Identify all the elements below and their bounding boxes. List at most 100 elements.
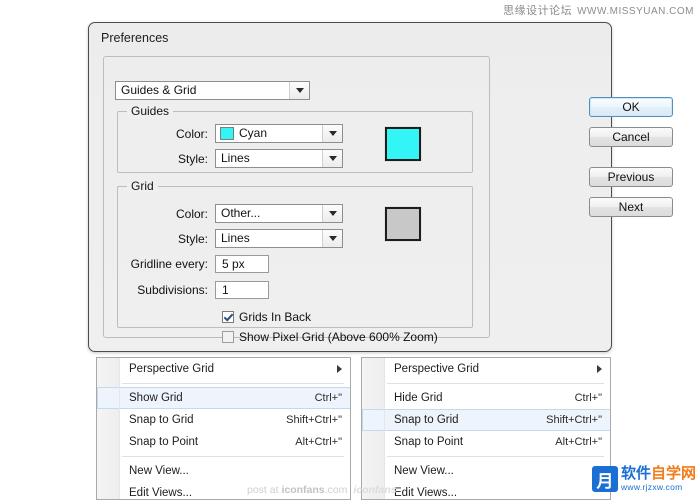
menu-gutter [97,358,120,499]
bottom-watermark-italic: iconfans [353,484,397,496]
gridline-every-label: Gridline every: [130,257,208,271]
chevron-down-icon[interactable] [322,150,342,167]
grids-in-back-checkbox-row[interactable]: Grids In Back [222,310,311,324]
logo-text-orange: 自学网 [650,465,696,483]
menu-item-label: New View... [129,465,189,477]
menu-item-label: Snap to Point [394,436,464,448]
category-select-value: Guides & Grid [121,83,197,97]
bottom-watermark-prefix: post at [247,484,282,496]
chevron-right-icon [337,365,342,373]
grid-style-row: Style: Lines [119,229,343,248]
guides-color-mini-swatch [220,127,234,140]
gridline-every-input[interactable]: 5 px [215,255,269,273]
menu-separator [122,383,344,384]
grid-color-preview-swatch[interactable] [385,207,421,241]
gridline-every-row: Gridline every: 5 px [119,255,269,273]
show-pixel-grid-checkbox[interactable] [222,331,234,343]
guides-style-select[interactable]: Lines [215,149,343,168]
menu-item[interactable]: Show Grid Ctrl+" [120,387,350,409]
chevron-down-icon[interactable] [322,205,342,222]
menu-item-label: Snap to Point [129,436,199,448]
guides-color-select[interactable]: Cyan [215,124,343,143]
menu-item[interactable]: Snap to Grid Shift+Ctrl+" [120,409,350,431]
grids-in-back-checkbox[interactable] [222,311,234,323]
menu-item[interactable]: Snap to Point Alt+Ctrl+" [385,431,610,453]
menu-item-label: Perspective Grid [394,363,480,375]
menu-item-shortcut: Shift+Ctrl+" [546,414,602,426]
category-select[interactable]: Guides & Grid [115,81,310,100]
menu-selection-gutter [97,387,119,409]
guides-color-row: Color: Cyan [119,124,343,143]
menu-item-label: Show Grid [129,392,183,404]
view-menu-grid-hidden: Perspective Grid Hide Grid Ctrl+" Snap to G… [361,357,611,500]
menu-item-label: Snap to Grid [129,414,194,426]
menu-item-shortcut: Alt+Ctrl+" [555,436,602,448]
watermark-chinese-text: 思缘设计论坛 [503,5,573,17]
menu-item-shortcut: Shift+Ctrl+" [286,414,342,426]
grid-color-value: Other... [221,206,261,220]
menu-item-shortcut: Ctrl+" [314,392,342,404]
chevron-down-icon[interactable] [322,125,342,142]
menu-item-shortcut: Alt+Ctrl+" [295,436,342,448]
guides-color-preview-swatch[interactable] [385,127,421,161]
chevron-down-icon[interactable] [289,82,309,99]
top-watermark: 思缘设计论坛 WWW.MISSYUAN.COM [503,2,694,18]
menu-item[interactable]: New View... [120,460,350,482]
menu-item-label: Edit Views... [394,487,458,499]
guides-group-legend: Guides [127,104,174,118]
menu-item[interactable]: New View... [385,460,610,482]
ok-button[interactable]: OK [589,97,673,117]
grid-color-row: Color: Other... [119,204,343,223]
menu-selection-gutter [362,409,384,431]
bottom-watermark-site: iconfans [281,484,325,496]
preferences-dialog: Preferences Guides & Grid Guides Color: … [88,22,673,352]
chevron-down-icon[interactable] [322,230,342,247]
grid-style-value: Lines [221,231,250,245]
menu-separator [387,456,604,457]
cancel-button[interactable]: Cancel [589,127,673,147]
subdivisions-input[interactable]: 1 [215,281,269,299]
menu-separator [387,383,604,384]
menu-item-label: Perspective Grid [129,363,215,375]
menu-item[interactable]: Perspective Grid [385,358,610,380]
grids-in-back-label: Grids In Back [239,310,312,324]
menu-item[interactable]: Edit Views... [385,482,610,504]
guides-style-value: Lines [221,151,250,165]
rjzxw-logo: 月 软件自学网 www.rjzxw.com [591,464,696,494]
subdivisions-label: Subdivisions: [137,283,208,297]
menu-item-label: Hide Grid [394,392,443,404]
guides-style-label: Style: [177,151,208,166]
grid-style-select[interactable]: Lines [215,229,343,248]
watermark-url-text: WWW.MISSYUAN.COM [577,6,694,17]
show-pixel-grid-label: Show Pixel Grid (Above 600% Zoom) [239,330,438,344]
menu-item-label: Snap to Grid [394,414,459,426]
bottom-watermark: post at iconfans.com iconfans [247,484,397,496]
menu-item[interactable]: Perspective Grid [120,358,350,380]
logo-text-blue: 软件 [620,465,651,483]
bottom-watermark-suffix: .com [324,484,348,496]
menu-item-shortcut: Ctrl+" [574,392,602,404]
guides-color-value: Cyan [239,126,268,140]
show-pixel-grid-checkbox-row[interactable]: Show Pixel Grid (Above 600% Zoom) [222,330,438,344]
menu-item[interactable]: Snap to Point Alt+Ctrl+" [120,431,350,453]
logo-url: www.rjzxw.com [620,482,683,493]
grid-style-label: Style: [177,231,208,246]
subdivisions-row: Subdivisions: 1 [119,281,269,299]
grid-group-legend: Grid [127,179,158,193]
next-button[interactable]: Next [589,197,673,217]
dialog-title: Preferences [101,31,169,45]
logo-mark-icon: 月 [591,466,618,492]
menu-item[interactable]: Hide Grid Ctrl+" [385,387,610,409]
chevron-right-icon [597,365,602,373]
guides-color-label: Color: [175,126,208,141]
menu-items-left: Perspective Grid Show Grid Ctrl+" Snap to G… [120,358,350,499]
menu-item[interactable]: Snap to Grid Shift+Ctrl+" [385,409,610,431]
menu-separator [122,456,344,457]
menu-item-label: New View... [394,465,454,477]
guides-style-row: Style: Lines [119,149,343,168]
previous-button[interactable]: Previous [589,167,673,187]
view-menu-grid-shown: Perspective Grid Show Grid Ctrl+" Snap to G… [96,357,351,500]
grid-color-label: Color: [175,206,208,221]
menu-items-right: Perspective Grid Hide Grid Ctrl+" Snap to G… [385,358,610,499]
grid-color-select[interactable]: Other... [215,204,343,223]
